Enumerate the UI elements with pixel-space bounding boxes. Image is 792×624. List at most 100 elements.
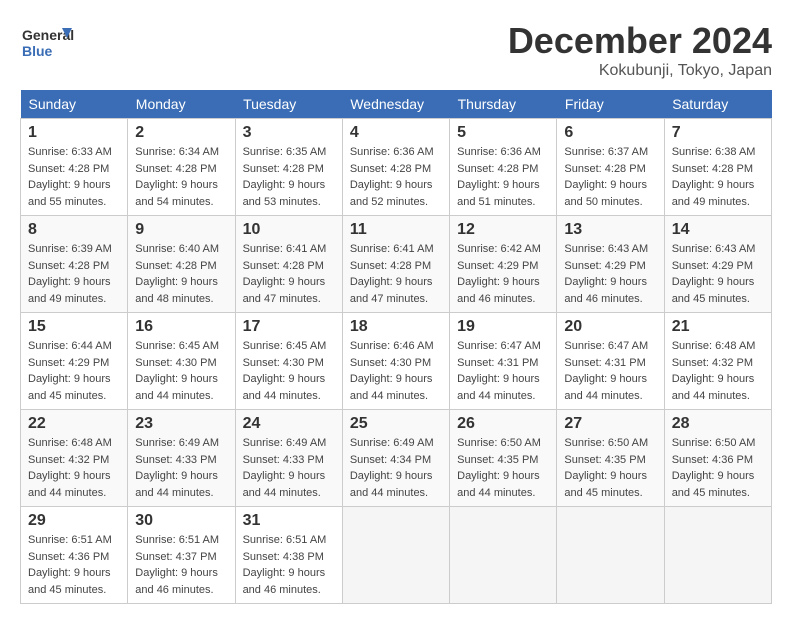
day-info: Sunrise: 6:43 AMSunset: 4:29 PMDaylight:… <box>672 243 756 305</box>
calendar-cell: 6 Sunrise: 6:37 AMSunset: 4:28 PMDayligh… <box>557 119 664 216</box>
day-number: 17 <box>243 318 335 336</box>
calendar-cell: 28 Sunrise: 6:50 AMSunset: 4:36 PMDaylig… <box>664 410 771 507</box>
header-row: SundayMondayTuesdayWednesdayThursdayFrid… <box>21 90 772 119</box>
calendar-cell: 30 Sunrise: 6:51 AMSunset: 4:37 PMDaylig… <box>128 507 235 604</box>
calendar-cell: 11 Sunrise: 6:41 AMSunset: 4:28 PMDaylig… <box>342 216 449 313</box>
day-info: Sunrise: 6:51 AMSunset: 4:38 PMDaylight:… <box>243 534 327 596</box>
col-header-friday: Friday <box>557 90 664 119</box>
day-number: 14 <box>672 221 764 239</box>
logo: General Blue <box>20 20 74 60</box>
col-header-thursday: Thursday <box>450 90 557 119</box>
day-number: 15 <box>28 318 120 336</box>
day-info: Sunrise: 6:50 AMSunset: 4:35 PMDaylight:… <box>457 437 541 499</box>
col-header-sunday: Sunday <box>21 90 128 119</box>
day-info: Sunrise: 6:41 AMSunset: 4:28 PMDaylight:… <box>350 243 434 305</box>
day-number: 26 <box>457 415 549 433</box>
svg-text:Blue: Blue <box>22 43 53 59</box>
day-info: Sunrise: 6:39 AMSunset: 4:28 PMDaylight:… <box>28 243 112 305</box>
calendar-cell: 29 Sunrise: 6:51 AMSunset: 4:36 PMDaylig… <box>21 507 128 604</box>
day-info: Sunrise: 6:42 AMSunset: 4:29 PMDaylight:… <box>457 243 541 305</box>
calendar-cell <box>450 507 557 604</box>
calendar-cell: 26 Sunrise: 6:50 AMSunset: 4:35 PMDaylig… <box>450 410 557 507</box>
day-info: Sunrise: 6:49 AMSunset: 4:33 PMDaylight:… <box>135 437 219 499</box>
day-number: 22 <box>28 415 120 433</box>
location: Kokubunji, Tokyo, Japan <box>508 62 772 80</box>
calendar-cell: 19 Sunrise: 6:47 AMSunset: 4:31 PMDaylig… <box>450 313 557 410</box>
logo-icon: General Blue <box>20 20 70 60</box>
day-info: Sunrise: 6:41 AMSunset: 4:28 PMDaylight:… <box>243 243 327 305</box>
calendar-cell: 23 Sunrise: 6:49 AMSunset: 4:33 PMDaylig… <box>128 410 235 507</box>
day-info: Sunrise: 6:47 AMSunset: 4:31 PMDaylight:… <box>564 340 648 402</box>
day-info: Sunrise: 6:51 AMSunset: 4:37 PMDaylight:… <box>135 534 219 596</box>
calendar-cell: 8 Sunrise: 6:39 AMSunset: 4:28 PMDayligh… <box>21 216 128 313</box>
day-info: Sunrise: 6:43 AMSunset: 4:29 PMDaylight:… <box>564 243 648 305</box>
day-info: Sunrise: 6:49 AMSunset: 4:33 PMDaylight:… <box>243 437 327 499</box>
week-row-1: 1 Sunrise: 6:33 AMSunset: 4:28 PMDayligh… <box>21 119 772 216</box>
day-info: Sunrise: 6:47 AMSunset: 4:31 PMDaylight:… <box>457 340 541 402</box>
day-info: Sunrise: 6:36 AMSunset: 4:28 PMDaylight:… <box>350 146 434 208</box>
calendar-cell: 3 Sunrise: 6:35 AMSunset: 4:28 PMDayligh… <box>235 119 342 216</box>
day-number: 20 <box>564 318 656 336</box>
day-info: Sunrise: 6:51 AMSunset: 4:36 PMDaylight:… <box>28 534 112 596</box>
day-info: Sunrise: 6:48 AMSunset: 4:32 PMDaylight:… <box>672 340 756 402</box>
col-header-monday: Monday <box>128 90 235 119</box>
day-number: 10 <box>243 221 335 239</box>
calendar-cell: 10 Sunrise: 6:41 AMSunset: 4:28 PMDaylig… <box>235 216 342 313</box>
day-number: 29 <box>28 512 120 530</box>
title-block: December 2024 Kokubunji, Tokyo, Japan <box>508 20 772 80</box>
calendar-cell: 21 Sunrise: 6:48 AMSunset: 4:32 PMDaylig… <box>664 313 771 410</box>
calendar-cell: 22 Sunrise: 6:48 AMSunset: 4:32 PMDaylig… <box>21 410 128 507</box>
calendar-cell: 2 Sunrise: 6:34 AMSunset: 4:28 PMDayligh… <box>128 119 235 216</box>
calendar-cell: 27 Sunrise: 6:50 AMSunset: 4:35 PMDaylig… <box>557 410 664 507</box>
calendar-cell: 31 Sunrise: 6:51 AMSunset: 4:38 PMDaylig… <box>235 507 342 604</box>
day-number: 18 <box>350 318 442 336</box>
calendar-cell: 18 Sunrise: 6:46 AMSunset: 4:30 PMDaylig… <box>342 313 449 410</box>
day-number: 9 <box>135 221 227 239</box>
day-info: Sunrise: 6:48 AMSunset: 4:32 PMDaylight:… <box>28 437 112 499</box>
calendar-cell: 4 Sunrise: 6:36 AMSunset: 4:28 PMDayligh… <box>342 119 449 216</box>
month-title: December 2024 <box>508 20 772 62</box>
day-number: 13 <box>564 221 656 239</box>
day-info: Sunrise: 6:33 AMSunset: 4:28 PMDaylight:… <box>28 146 112 208</box>
day-info: Sunrise: 6:49 AMSunset: 4:34 PMDaylight:… <box>350 437 434 499</box>
col-header-tuesday: Tuesday <box>235 90 342 119</box>
day-info: Sunrise: 6:46 AMSunset: 4:30 PMDaylight:… <box>350 340 434 402</box>
week-row-4: 22 Sunrise: 6:48 AMSunset: 4:32 PMDaylig… <box>21 410 772 507</box>
day-number: 3 <box>243 124 335 142</box>
calendar-cell <box>557 507 664 604</box>
calendar-cell: 7 Sunrise: 6:38 AMSunset: 4:28 PMDayligh… <box>664 119 771 216</box>
day-number: 28 <box>672 415 764 433</box>
col-header-saturday: Saturday <box>664 90 771 119</box>
calendar-cell: 14 Sunrise: 6:43 AMSunset: 4:29 PMDaylig… <box>664 216 771 313</box>
calendar-cell: 16 Sunrise: 6:45 AMSunset: 4:30 PMDaylig… <box>128 313 235 410</box>
day-info: Sunrise: 6:45 AMSunset: 4:30 PMDaylight:… <box>135 340 219 402</box>
calendar-cell: 9 Sunrise: 6:40 AMSunset: 4:28 PMDayligh… <box>128 216 235 313</box>
day-number: 31 <box>243 512 335 530</box>
day-number: 12 <box>457 221 549 239</box>
day-info: Sunrise: 6:38 AMSunset: 4:28 PMDaylight:… <box>672 146 756 208</box>
page-header: General Blue December 2024 Kokubunji, To… <box>20 20 772 80</box>
day-number: 27 <box>564 415 656 433</box>
day-info: Sunrise: 6:50 AMSunset: 4:36 PMDaylight:… <box>672 437 756 499</box>
day-info: Sunrise: 6:40 AMSunset: 4:28 PMDaylight:… <box>135 243 219 305</box>
day-number: 8 <box>28 221 120 239</box>
day-number: 1 <box>28 124 120 142</box>
day-number: 16 <box>135 318 227 336</box>
col-header-wednesday: Wednesday <box>342 90 449 119</box>
day-info: Sunrise: 6:34 AMSunset: 4:28 PMDaylight:… <box>135 146 219 208</box>
calendar-table: SundayMondayTuesdayWednesdayThursdayFrid… <box>20 90 772 604</box>
day-info: Sunrise: 6:36 AMSunset: 4:28 PMDaylight:… <box>457 146 541 208</box>
day-number: 25 <box>350 415 442 433</box>
day-number: 5 <box>457 124 549 142</box>
day-number: 7 <box>672 124 764 142</box>
calendar-cell: 25 Sunrise: 6:49 AMSunset: 4:34 PMDaylig… <box>342 410 449 507</box>
calendar-cell: 15 Sunrise: 6:44 AMSunset: 4:29 PMDaylig… <box>21 313 128 410</box>
week-row-2: 8 Sunrise: 6:39 AMSunset: 4:28 PMDayligh… <box>21 216 772 313</box>
day-number: 2 <box>135 124 227 142</box>
day-number: 11 <box>350 221 442 239</box>
week-row-3: 15 Sunrise: 6:44 AMSunset: 4:29 PMDaylig… <box>21 313 772 410</box>
calendar-cell: 17 Sunrise: 6:45 AMSunset: 4:30 PMDaylig… <box>235 313 342 410</box>
day-number: 24 <box>243 415 335 433</box>
calendar-cell: 1 Sunrise: 6:33 AMSunset: 4:28 PMDayligh… <box>21 119 128 216</box>
day-info: Sunrise: 6:50 AMSunset: 4:35 PMDaylight:… <box>564 437 648 499</box>
